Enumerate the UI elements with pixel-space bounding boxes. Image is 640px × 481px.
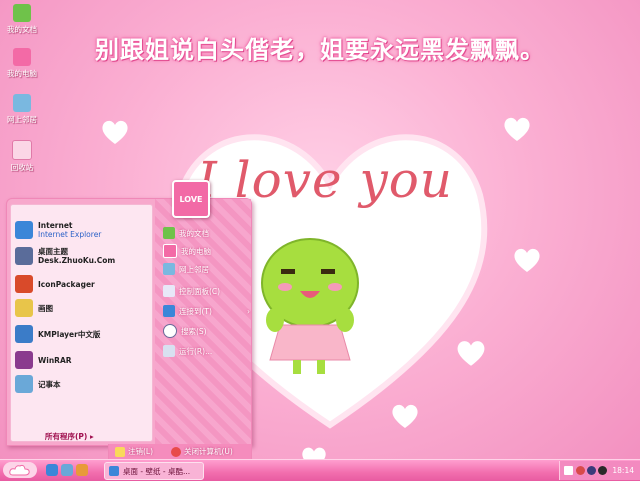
wallpaper-headline: 别跟姐说白头偕老，姐要永远黑发飘飘。 [95,35,545,64]
menu-item-kmplayer[interactable]: KMPlayer中文版 [15,323,100,345]
places-item-label: 我的电脑 [181,246,211,256]
places-item-search[interactable]: 搜索(S) [163,323,207,339]
menu-item-paint[interactable]: 画图 [15,297,53,319]
places-item-network[interactable]: 网上邻居 [163,261,209,277]
places-item-computer[interactable]: 我的电脑 [163,243,211,259]
power-icon [171,446,181,457]
search-icon [163,324,177,338]
window-icon [109,466,119,476]
logoff-label: 注销(L) [128,447,154,456]
iconpackager-icon [15,275,33,293]
kmplayer-icon [15,325,33,343]
desktop-icon-label: 我的文档 [7,25,37,34]
menu-item-subtitle: Internet Explorer [38,230,102,239]
menu-item-label: 画图 [38,303,53,313]
documents-icon [13,4,31,22]
run-icon [163,345,175,357]
heart-icon [457,341,485,366]
logoff-bar: 注销(L) 关闭计算机(U) [108,444,252,460]
logoff-button[interactable]: 注销(L) [115,446,153,457]
menu-item-notepad[interactable]: 记事本 [15,373,61,395]
heart-icon [392,404,418,428]
quicklaunch-desktop-icon[interactable] [61,464,73,476]
places-item-label: 运行(R)... [179,346,213,356]
desktop-icon-label: 网上邻居 [7,115,37,124]
connect-icon [163,305,175,317]
taskbar-window-label: 桌面 - 壁纸 - 桌酷... [123,466,191,476]
theme-icon [15,247,33,265]
menu-item-iconpackager[interactable]: IconPackager [15,273,95,295]
taskbar-window-button[interactable]: 桌面 - 壁纸 - 桌酷... [104,462,204,480]
menu-item-winrar[interactable]: WinRAR [15,349,72,371]
all-programs-button[interactable]: 所有程序(P) ▸ [45,431,94,442]
start-menu-places: 我的文档 我的电脑 网上邻居 控制面板(C) 连接到(T) › 搜索(S) 运行… [155,199,251,445]
places-item-run[interactable]: 运行(R)... [163,343,212,359]
control-panel-icon [163,285,175,297]
winrar-icon [15,351,33,369]
start-button[interactable] [3,462,37,478]
places-item-label: 网上邻居 [179,264,209,274]
recycle-bin-icon [12,140,32,160]
menu-item-label: IconPackager [38,279,95,289]
tray-network-icon[interactable] [587,466,596,475]
tray-app-icon[interactable] [576,466,585,475]
notepad-icon [15,375,33,393]
places-item-documents[interactable]: 我的文档 [163,225,209,241]
menu-item-title: 桌面主题 [38,247,68,256]
desktop-icon-label: 我的电脑 [7,69,37,78]
start-menu: Internet Internet Explorer 桌面主题 Desk.Zhu… [6,198,252,446]
start-menu-programs: Internet Internet Explorer 桌面主题 Desk.Zhu… [10,204,153,442]
tray-arrow-icon[interactable] [564,466,573,475]
clock[interactable]: 18:14 [612,466,634,475]
places-item-label: 我的文档 [179,228,209,238]
menu-item-title: Internet [38,221,73,230]
places-item-label: 连接到(T) [179,306,212,316]
taskbar: 桌面 - 壁纸 - 桌酷... 18:14 [0,459,640,481]
mascot-figure [261,238,359,374]
desktop-icon-computer[interactable]: 我的电脑 [2,48,42,79]
places-item-label: 控制面板(C) [179,286,221,296]
arrow-right-icon: ▸ [89,432,94,441]
tray-volume-icon[interactable] [598,466,607,475]
network-icon [163,263,175,275]
avatar-label: LOVE [179,194,203,204]
places-item-control-panel[interactable]: 控制面板(C) [163,283,220,299]
quicklaunch-media-icon[interactable] [76,464,88,476]
computer-icon [163,244,177,258]
desktop-icon-documents[interactable]: 我的文档 [2,4,42,35]
paint-icon [15,299,33,317]
key-icon [115,446,125,457]
shutdown-button[interactable]: 关闭计算机(U) [171,446,233,457]
heart-icon [514,248,540,272]
shutdown-label: 关闭计算机(U) [184,447,233,456]
places-item-label: 搜索(S) [181,326,207,336]
heart-icon [102,120,128,144]
network-icon [13,94,31,112]
documents-icon [163,227,175,239]
heart-icon [504,117,530,141]
computer-icon [13,48,31,66]
avatar[interactable]: LOVE [172,180,210,218]
places-item-connect[interactable]: 连接到(T) › [163,303,250,319]
desktop-icon-recycle-bin[interactable]: 回收站 [2,140,42,173]
menu-item-label: WinRAR [38,355,72,365]
menu-item-subtitle: Desk.ZhuoKu.Com [38,256,116,265]
ie-icon [15,221,33,239]
menu-item-theme[interactable]: 桌面主题 Desk.ZhuoKu.Com [15,245,115,267]
arrow-right-icon: › [247,306,250,316]
desktop-icon-label: 回收站 [10,163,34,172]
menu-item-internet[interactable]: Internet Internet Explorer [15,219,101,241]
cloud-icon [9,464,30,476]
all-programs-label: 所有程序(P) [45,432,88,441]
desktop-icon-network[interactable]: 网上邻居 [2,94,42,125]
system-tray: 18:14 [559,461,640,480]
quicklaunch-ie-icon[interactable] [46,464,58,476]
menu-item-label: 记事本 [38,379,61,389]
menu-item-label: KMPlayer中文版 [38,329,101,339]
